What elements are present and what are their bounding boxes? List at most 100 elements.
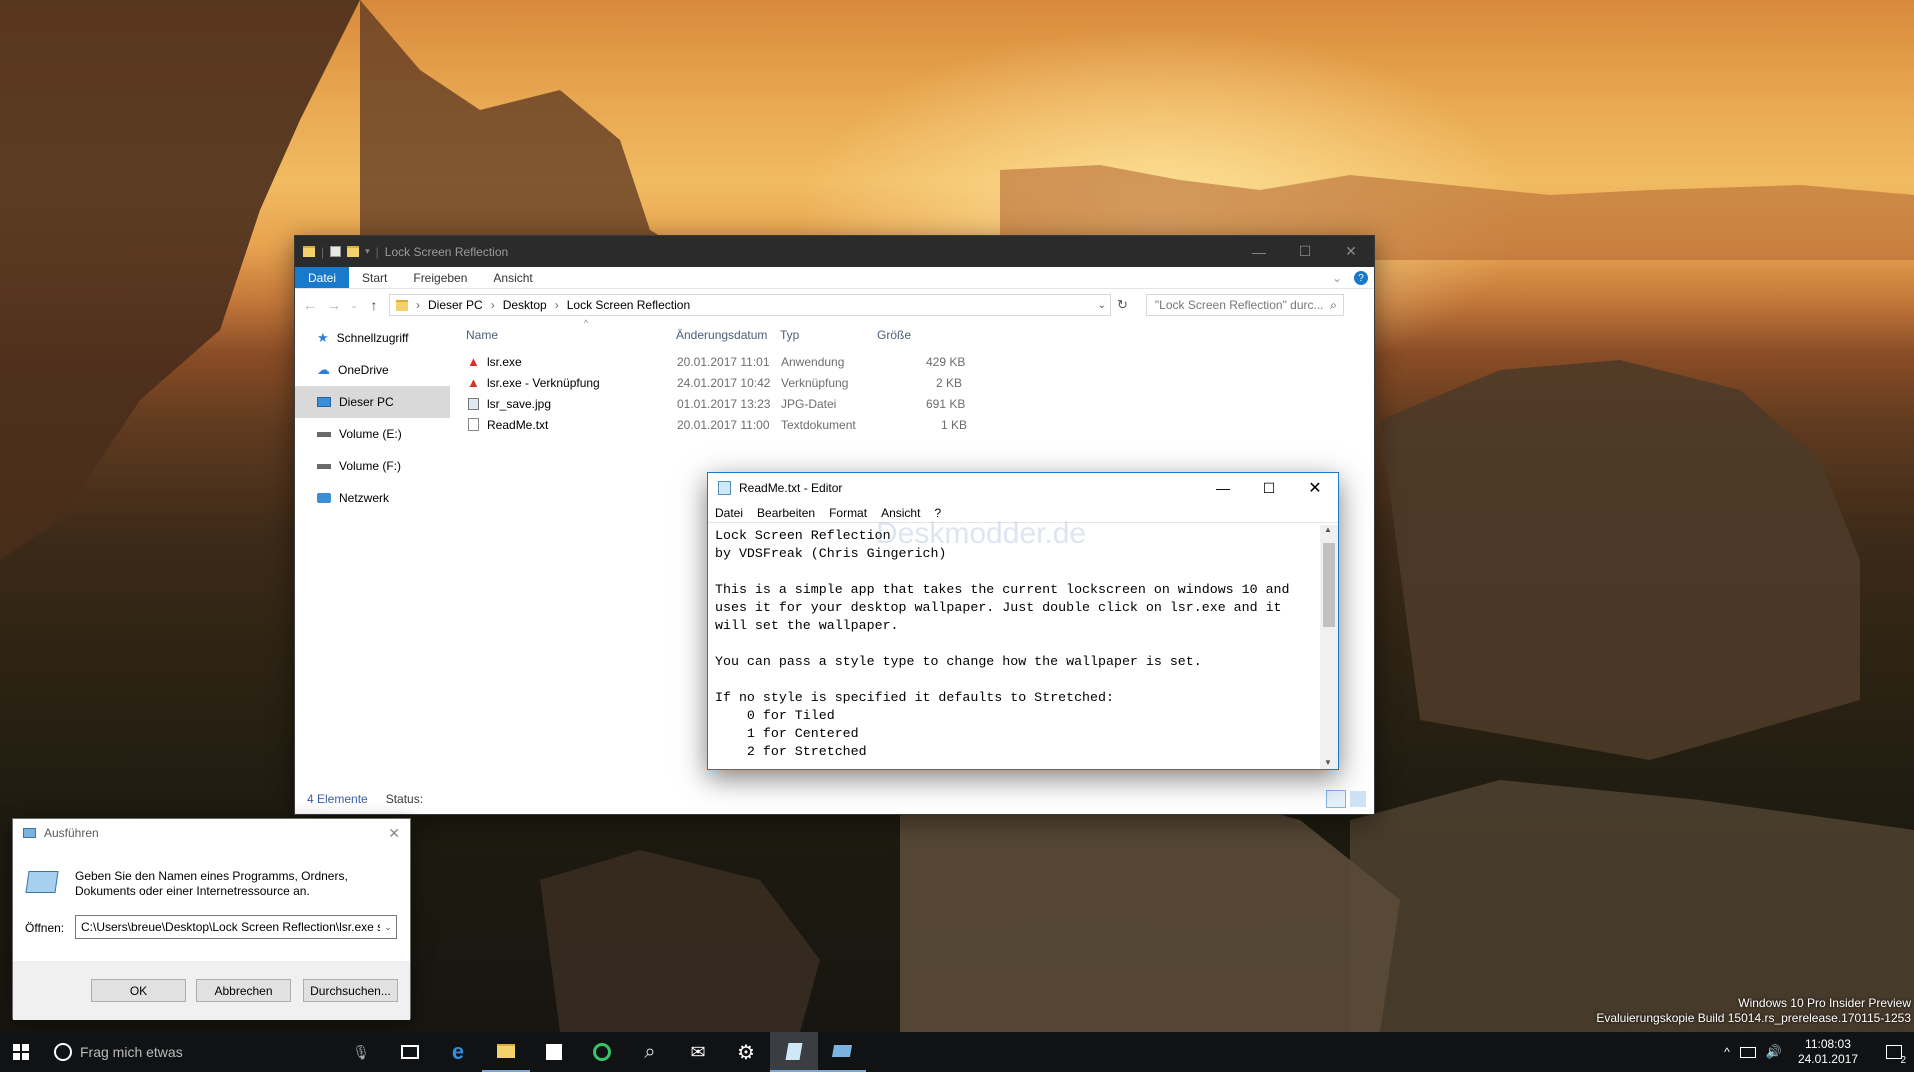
volume-icon[interactable]: 🔊 xyxy=(1766,1044,1782,1060)
nav-item-netzwerk[interactable]: Netzwerk xyxy=(295,482,450,514)
nav-item-dieser-pc[interactable]: Dieser PC xyxy=(295,386,450,418)
cancel-button[interactable]: Abbrechen xyxy=(196,979,291,1002)
file-date: 20.01.2017 11:00 xyxy=(677,417,770,432)
tab-datei[interactable]: Datei xyxy=(295,267,350,288)
search-input[interactable]: "Lock Screen Reflection" durc... ⌕ xyxy=(1145,294,1344,316)
edge-icon: e xyxy=(451,1039,465,1064)
magnifier-taskbar-button[interactable]: ⌕ xyxy=(626,1032,674,1072)
address-bar[interactable]: › Dieser PC › Desktop › Lock Screen Refl… xyxy=(389,294,1111,316)
search-icon: ⌕ xyxy=(1330,297,1337,312)
clock[interactable]: 11:08:03 24.01.2017 xyxy=(1792,1037,1864,1067)
open-value: C:\Users\breue\Desktop\Lock Screen Refle… xyxy=(81,920,380,934)
properties-icon[interactable] xyxy=(330,246,342,257)
refresh-icon[interactable]: ↻ xyxy=(1117,297,1128,313)
table-row[interactable]: ▲ lsr.exe 20.01.2017 11:01 Anwendung 429… xyxy=(450,351,1050,372)
up-arrow-icon[interactable]: ↑ xyxy=(365,297,383,313)
table-row[interactable]: ▲ lsr.exe - Verknüpfung 24.01.2017 10:42… xyxy=(450,372,1050,393)
task-view-button[interactable] xyxy=(386,1032,434,1072)
tab-ansicht[interactable]: Ansicht xyxy=(480,267,545,288)
chevron-down-icon[interactable]: ⌄ xyxy=(380,922,396,933)
column-header-date[interactable]: Änderungsdatum xyxy=(676,322,767,348)
navigation-pane: ★ Schnellzugriff ☁ OneDrive Dieser PC Vo… xyxy=(295,322,450,782)
nav-item-schnellzugriff[interactable]: ★ Schnellzugriff xyxy=(295,322,450,354)
store-taskbar-button[interactable] xyxy=(530,1032,578,1072)
tab-start[interactable]: Start xyxy=(349,267,400,288)
notepad-titlebar[interactable]: ReadMe.txt - Editor — ☐ ✕ xyxy=(708,473,1338,503)
details-view-icon[interactable] xyxy=(1326,790,1346,808)
cloud-icon: ☁ xyxy=(317,362,330,377)
forward-arrow-icon[interactable]: → xyxy=(325,297,343,313)
separator: | xyxy=(321,244,325,259)
scrollbar-thumb[interactable] xyxy=(1323,543,1335,627)
address-dropdown-icon[interactable]: ⌄ xyxy=(1098,300,1106,311)
show-hidden-icons-icon[interactable]: ^ xyxy=(1724,1045,1730,1059)
file-date: 01.01.2017 13:23 xyxy=(677,396,771,411)
maximize-button[interactable]: ☐ xyxy=(1282,236,1328,267)
minimize-button[interactable]: — xyxy=(1200,473,1246,503)
shortcut-icon: ▲ xyxy=(467,375,480,390)
microphone-icon[interactable]: 🎙 xyxy=(352,1044,370,1061)
notepad-taskbar-button[interactable] xyxy=(770,1032,818,1072)
opera-taskbar-button[interactable] xyxy=(578,1032,626,1072)
minimize-button[interactable]: — xyxy=(1236,236,1282,267)
browse-button[interactable]: Durchsuchen... xyxy=(303,979,398,1002)
notification-count: 2 xyxy=(1900,1055,1906,1066)
close-button[interactable]: ✕ xyxy=(1328,236,1374,267)
open-combobox[interactable]: C:\Users\breue\Desktop\Lock Screen Refle… xyxy=(75,915,397,939)
action-center-button[interactable]: 2 xyxy=(1874,1032,1914,1072)
file-name: lsr.exe xyxy=(487,354,522,369)
run-dialog: Ausführen ✕ Geben Sie den Namen eines Pr… xyxy=(12,818,411,1020)
menu-format[interactable]: Format xyxy=(822,506,874,520)
search-placeholder: "Lock Screen Reflection" durc... xyxy=(1154,298,1324,312)
nav-item-volume-e[interactable]: Volume (E:) xyxy=(295,418,450,450)
column-header-name[interactable]: Name xyxy=(466,322,498,348)
customize-toolbar-icon[interactable]: ▾ xyxy=(365,246,370,257)
recent-locations-icon[interactable]: ⌄ xyxy=(349,300,359,311)
run-titlebar[interactable]: Ausführen ✕ xyxy=(13,819,410,847)
ok-button[interactable]: OK xyxy=(91,979,186,1002)
network-icon[interactable] xyxy=(1739,1046,1756,1058)
file-name: lsr.exe - Verknüpfung xyxy=(487,375,600,390)
close-button[interactable]: ✕ xyxy=(1292,473,1338,503)
table-row[interactable]: ReadMe.txt 20.01.2017 11:00 Textdokument… xyxy=(450,414,1050,435)
tab-freigeben[interactable]: Freigeben xyxy=(400,267,480,288)
large-icons-view-icon[interactable] xyxy=(1350,791,1366,807)
mail-icon: ✉ xyxy=(690,1041,706,1062)
column-header-size[interactable]: Größe xyxy=(877,322,911,348)
table-row[interactable]: lsr_save.jpg 01.01.2017 13:23 JPG-Datei … xyxy=(450,393,1050,414)
cortana-search-box[interactable]: Frag mich etwas 🎙 xyxy=(42,1032,386,1072)
new-folder-icon[interactable] xyxy=(347,246,360,257)
breadcrumb-current[interactable]: Lock Screen Reflection xyxy=(567,298,690,312)
run-description: Geben Sie den Namen eines Programms, Ord… xyxy=(75,869,348,898)
vertical-scrollbar[interactable]: ▲ ▼ xyxy=(1320,525,1338,769)
dialog-title: Ausführen xyxy=(44,826,99,840)
menu-bearbeiten[interactable]: Bearbeiten xyxy=(750,506,822,520)
scroll-down-icon[interactable]: ▼ xyxy=(1324,758,1332,767)
breadcrumb-separator: › xyxy=(554,298,559,312)
nav-item-onedrive[interactable]: ☁ OneDrive xyxy=(295,354,450,386)
back-arrow-icon[interactable]: ← xyxy=(301,297,319,313)
text-editor-area[interactable]: Lock Screen Reflection by VDSFreak (Chris… xyxy=(715,527,1316,767)
start-button[interactable] xyxy=(0,1032,42,1072)
expand-ribbon-icon[interactable]: ⌄ xyxy=(1332,267,1354,288)
menu-datei[interactable]: Datei xyxy=(708,506,750,520)
explorer-titlebar[interactable]: | ▾ | Lock Screen Reflection — ☐ ✕ xyxy=(295,236,1374,267)
column-header-type[interactable]: Typ xyxy=(780,322,799,348)
settings-taskbar-button[interactable]: ⚙ xyxy=(722,1032,770,1072)
mail-taskbar-button[interactable]: ✉ xyxy=(674,1032,722,1072)
close-icon[interactable]: ✕ xyxy=(388,825,400,842)
scroll-up-icon[interactable]: ▲ xyxy=(1324,525,1332,534)
image-file-icon xyxy=(468,397,479,410)
run-taskbar-button[interactable] xyxy=(818,1032,866,1072)
explorer-taskbar-button[interactable] xyxy=(482,1032,530,1072)
notepad-icon xyxy=(785,1042,803,1060)
edge-taskbar-button[interactable]: e xyxy=(434,1032,482,1072)
nav-item-volume-f[interactable]: Volume (F:) xyxy=(295,450,450,482)
breadcrumb-desktop[interactable]: Desktop xyxy=(503,298,547,312)
breadcrumb-dieser-pc[interactable]: Dieser PC xyxy=(428,298,483,312)
magnifier-icon: ⌕ xyxy=(644,1040,656,1063)
text-line xyxy=(715,635,1316,653)
maximize-button[interactable]: ☐ xyxy=(1246,473,1292,503)
help-icon[interactable]: ? xyxy=(1354,271,1368,285)
file-name: lsr_save.jpg xyxy=(487,396,552,411)
